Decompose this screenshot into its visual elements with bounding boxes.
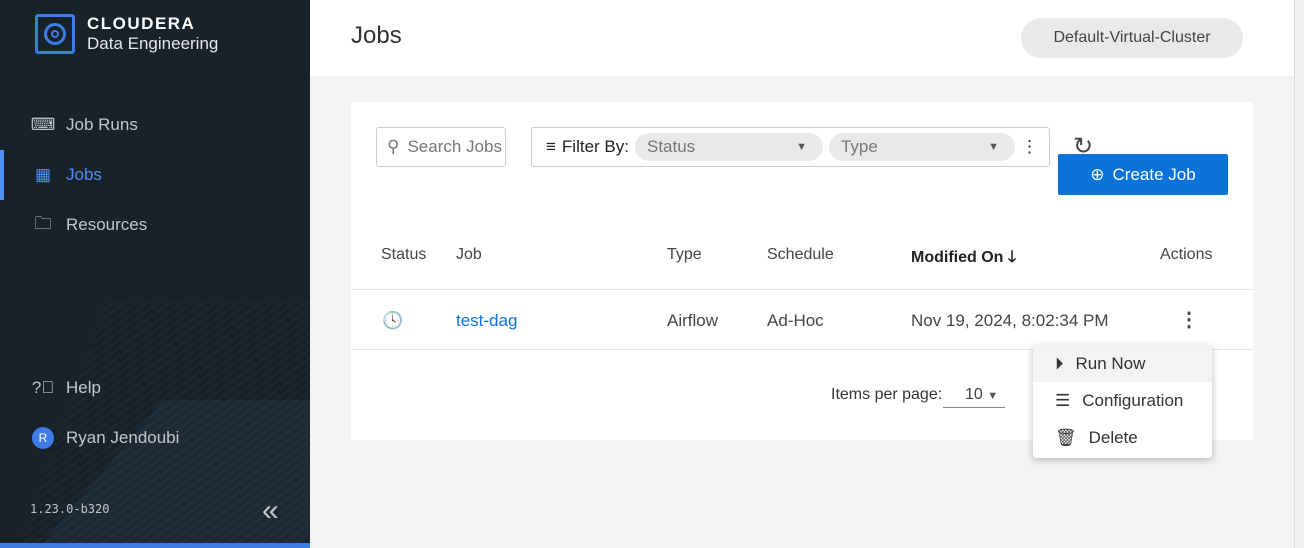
search-icon: ⚲ [387,137,400,156]
items-per-page-select[interactable]: 10 ▼ [943,386,1005,408]
create-job-button[interactable]: ⊕ Create Job [1058,154,1228,195]
menu-delete[interactable]: 🗑 Delete [1033,419,1212,456]
sidebar-item-job-runs[interactable]: ⌨ Job Runs [0,100,310,150]
caret-down-icon: ▼ [796,141,807,153]
page-title: Jobs [351,22,402,49]
product-name: Data Engineering [87,34,219,53]
sidebar-item-help[interactable]: ?⃝ Help [0,363,310,413]
plus-circle-icon: ⊕ [1090,164,1105,184]
items-per-page-label: Items per page: [831,386,943,403]
divider [351,289,1253,290]
brand-name: CLOUDERA [87,14,196,33]
filter-icon: ≡ [546,137,556,156]
header: Jobs Default-Virtual-Cluster [310,0,1294,76]
caret-down-icon: ▼ [988,141,999,153]
avatar: R [32,427,54,449]
col-modified-label: Modified On [911,249,1004,266]
sidebar: CLOUDERA Data Engineering ⌨ Job Runs ▦ Job… [0,0,310,548]
job-schedule: Ad-Hoc [767,311,824,330]
col-actions: Actions [1160,246,1213,263]
col-job[interactable]: Job [456,246,482,264]
sidebar-item-resources[interactable]: 🗀 Resources [0,200,310,250]
filter-label: Filter By: [561,137,629,156]
menu-run-now[interactable]: ⏵ Run Now [1033,345,1212,382]
cloudera-logo-icon [35,14,75,54]
sliders-icon: ☰ [1055,390,1071,410]
folder-icon: 🗀 [34,213,52,233]
label: Resources [66,215,148,234]
trash-icon: 🗑 [1055,427,1077,447]
user-name: Ryan Jendoubi [66,428,180,447]
label: Delete [1088,427,1138,447]
terminal-icon: ⌨ [30,115,56,134]
actions-menu: ⏵ Run Now ☰ Configuration 🗑 Delete [1033,345,1212,458]
sidebar-user[interactable]: R Ryan Jendoubi [0,413,310,463]
col-type[interactable]: Type [667,246,702,264]
collapse-sidebar-icon[interactable]: « [262,494,279,528]
grid-icon: ▦ [34,165,52,184]
search-input[interactable]: ⚲ Search Jobs [376,127,506,167]
items-per-page-value: 10 [965,386,983,403]
label: Configuration [1082,390,1184,410]
status-filter[interactable]: Status ▼ [634,133,823,161]
help-icon: ?⃝ [31,378,55,397]
label: Run Now [1075,353,1146,373]
col-status: Status [381,246,427,263]
logo[interactable]: CLOUDERA Data Engineering [35,14,218,54]
play-circle-icon: ⏵ [1055,353,1064,373]
bottom-bar [0,543,310,548]
col-schedule[interactable]: Schedule [767,246,834,264]
scrollbar[interactable] [1294,0,1304,548]
job-type: Airflow [667,311,719,330]
label: Help [66,378,101,397]
caret-down-icon: ▼ [987,390,999,402]
job-modified: Nov 19, 2024, 8:02:34 PM [911,311,1109,330]
label: Jobs [66,165,102,184]
version: 1.23.0-b320 [30,502,110,516]
more-filters-icon[interactable]: ⋮ [1021,137,1038,157]
cluster-selector[interactable]: Default-Virtual-Cluster [1021,18,1243,58]
menu-configuration[interactable]: ☰ Configuration [1033,382,1212,419]
job-link[interactable]: test-dag [456,311,517,331]
sidebar-item-jobs[interactable]: ▦ Jobs [0,150,310,200]
kebab-menu-icon[interactable]: ⋮ [1179,307,1199,332]
search-placeholder: Search Jobs [407,137,502,156]
col-modified[interactable]: Modified On 🡓 [911,246,1016,273]
clock-icon: 🕓 [382,311,404,330]
label: Job Runs [66,115,138,134]
create-label: Create Job [1112,164,1196,184]
type-placeholder: Type [840,137,878,156]
status-placeholder: Status [646,137,696,156]
arrow-down-icon: 🡓 [1007,249,1017,266]
filter-bar: ≡ Filter By: Status ▼ Type ▼ ⋮ [531,127,1050,167]
type-filter[interactable]: Type ▼ [828,133,1015,161]
